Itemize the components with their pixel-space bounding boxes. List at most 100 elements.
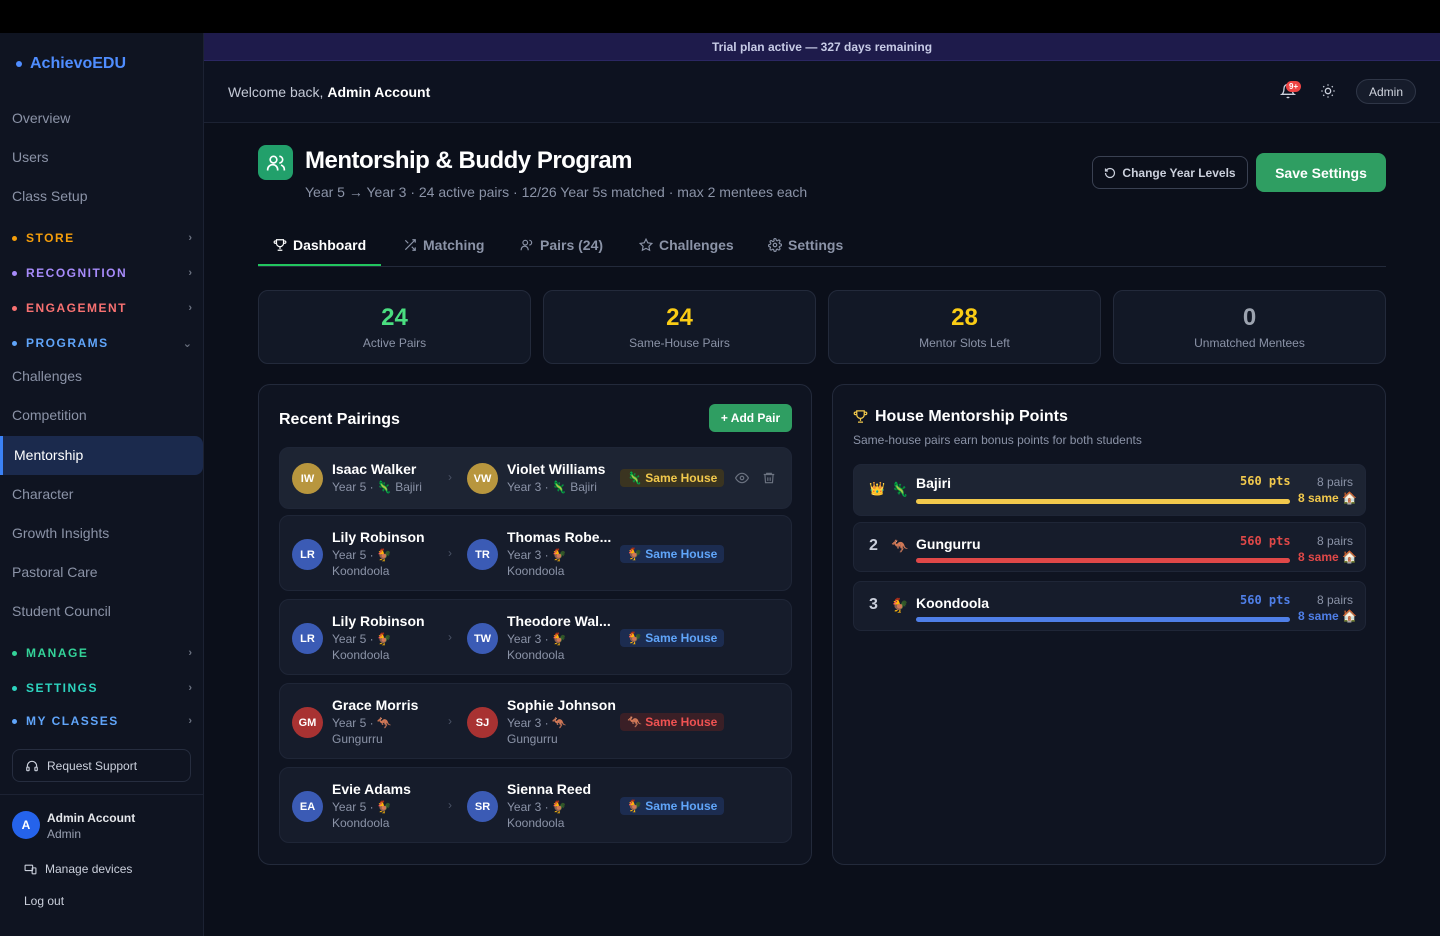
chevron-right-icon: › [448,630,452,644]
house-name: Bajiri [916,475,952,491]
star-icon [639,238,653,252]
tab-matching[interactable]: Matching [403,237,484,253]
chevron-right-icon: › [188,232,192,244]
house-pairs-count: 8 pairs [1317,593,1354,607]
request-support-button[interactable]: Request Support [12,749,191,782]
mentee-meta: Year 3 · 🐓 [507,632,567,646]
pair-row[interactable]: IW Isaac Walker Year 5 · 🦎 Bajiri › VW V… [279,447,792,509]
mentor-name: Lily Robinson [332,613,425,629]
mentor-meta: Year 5 · 🐓 [332,548,392,562]
sidebar-section-store[interactable]: STORE › [12,231,192,245]
chevron-right-icon: › [448,714,452,728]
save-settings-button[interactable]: Save Settings [1256,153,1386,192]
active-tab-indicator [258,264,381,266]
chevron-right-icon: › [188,302,192,314]
mentor-name: Lily Robinson [332,529,425,545]
welcome-name: Admin Account [327,84,431,100]
mentor-avatar: IW [292,463,323,494]
mentee-house: Koondoola [507,816,565,830]
house-points: 560 pts [1240,593,1291,607]
sidebar-item-mentorship[interactable]: Mentorship [0,436,203,475]
house-points-title: House Mentorship Points [875,408,1068,425]
same-house-badge: 🦘 Same House [620,713,725,731]
brand-logo[interactable]: AchievoEDU [16,55,126,73]
sidebar-section-programs[interactable]: PROGRAMS ⌄ [12,336,192,350]
pair-row[interactable]: LR Lily Robinson Year 5 · 🐓 › TR Thomas … [279,515,792,591]
devices-icon [24,864,37,874]
tab-dashboard[interactable]: Dashboard [273,237,366,253]
sidebar-section-recognition[interactable]: RECOGNITION › [12,266,192,280]
house-progress-track [916,617,1290,622]
sidebar-section-settings[interactable]: SETTINGS › [12,681,192,695]
tab-bar: Dashboard Matching Pairs (24) Challenges… [258,229,1386,267]
eye-icon[interactable] [735,471,749,485]
mentor-house: Koondoola [332,816,390,830]
account-name: Admin Account [47,811,136,825]
sidebar-item-challenges[interactable]: Challenges [12,368,82,384]
section-dot-icon [12,718,17,724]
house-row: 👑 🦎 Bajiri 560 pts 8 pairs 8 same 🏠 [853,464,1366,516]
manage-devices-label: Manage devices [45,862,133,876]
section-dot-icon [12,270,17,276]
sidebar-item-student-council[interactable]: Student Council [12,603,111,619]
mentee-name: Thomas Robe... [507,529,612,545]
headset-icon [26,760,38,771]
section-label: MY CLASSES [26,714,119,728]
pair-row[interactable]: GM Grace Morris Year 5 · 🦘 › SJ Sophie J… [279,683,792,759]
house-points: 560 pts [1240,474,1291,488]
sidebar-item-users[interactable]: Users [12,149,49,165]
tab-label: Settings [788,237,844,253]
mentee-name: Sophie Johnson [507,697,616,713]
stat-card-unmatched-mentees: 0 Unmatched Mentees [1113,290,1386,364]
mentor-house: Koondoola [332,564,390,578]
sidebar-item-class-setup[interactable]: Class Setup [12,188,87,204]
tab-pairs[interactable]: Pairs (24) [520,237,603,253]
chevron-right-icon: › [188,267,192,279]
page-title: Mentorship & Buddy Program [305,147,633,174]
pair-row[interactable]: LR Lily Robinson Year 5 · 🐓 › TW Theodor… [279,599,792,675]
change-year-levels-button[interactable]: Change Year Levels [1092,156,1248,189]
house-same-count: 8 same 🏠 [1298,491,1357,505]
pair-row[interactable]: EA Evie Adams Year 5 · 🐓 › SR Sienna Ree… [279,767,792,843]
stat-value: 0 [1242,304,1257,331]
mentor-meta: Year 5 · 🦘 [332,716,392,730]
section-dot-icon [12,650,17,656]
sidebar-item-pastoral-care[interactable]: Pastoral Care [12,564,98,580]
manage-devices-link[interactable]: Manage devices [24,862,132,876]
sidebar-section-my-classes[interactable]: MY CLASSES › [12,714,192,728]
stat-label: Unmatched Mentees [1194,336,1305,350]
tab-label: Challenges [659,237,734,253]
add-pair-button[interactable]: + Add Pair [709,404,792,432]
avatar[interactable]: A [12,811,40,839]
chevron-down-icon: ⌄ [182,337,192,350]
sidebar-item-growth-insights[interactable]: Growth Insights [12,525,109,541]
trash-icon[interactable] [762,471,776,485]
sidebar: AchievoEDU Overview Users Class Setup ST… [0,33,204,936]
house-mascot-icon: 🦎 [891,481,909,497]
sidebar-item-character[interactable]: Character [12,486,73,502]
admin-menu-button[interactable]: Admin [1356,79,1416,104]
tab-settings[interactable]: Settings [768,237,843,253]
refresh-icon [1105,167,1116,178]
sidebar-section-engagement[interactable]: ENGAGEMENT › [12,301,192,315]
gear-icon [768,238,782,252]
house-mascot-icon: 🐓 [891,597,909,613]
section-label: SETTINGS [26,681,99,695]
section-label: PROGRAMS [26,336,109,350]
sidebar-item-overview[interactable]: Overview [12,110,70,126]
stat-label: Mentor Slots Left [919,336,1010,350]
same-house-badge: 🐓 Same House [620,797,725,815]
stat-value: 28 [951,304,978,331]
house-rank: 👑 [869,481,886,496]
sidebar-section-manage[interactable]: MANAGE › [12,646,192,660]
tab-challenges[interactable]: Challenges [639,237,734,253]
sun-icon[interactable] [1320,83,1336,99]
window-top-bar [0,0,1440,33]
change-year-levels-label: Change Year Levels [1122,165,1236,180]
stat-label: Active Pairs [362,336,427,350]
mentee-meta: Year 3 · 🐓 [507,800,567,814]
sidebar-item-competition[interactable]: Competition [12,407,87,423]
mentee-avatar: TW [467,623,498,654]
logout-link[interactable]: Log out [24,894,64,908]
mentor-name: Isaac Walker [332,461,417,477]
